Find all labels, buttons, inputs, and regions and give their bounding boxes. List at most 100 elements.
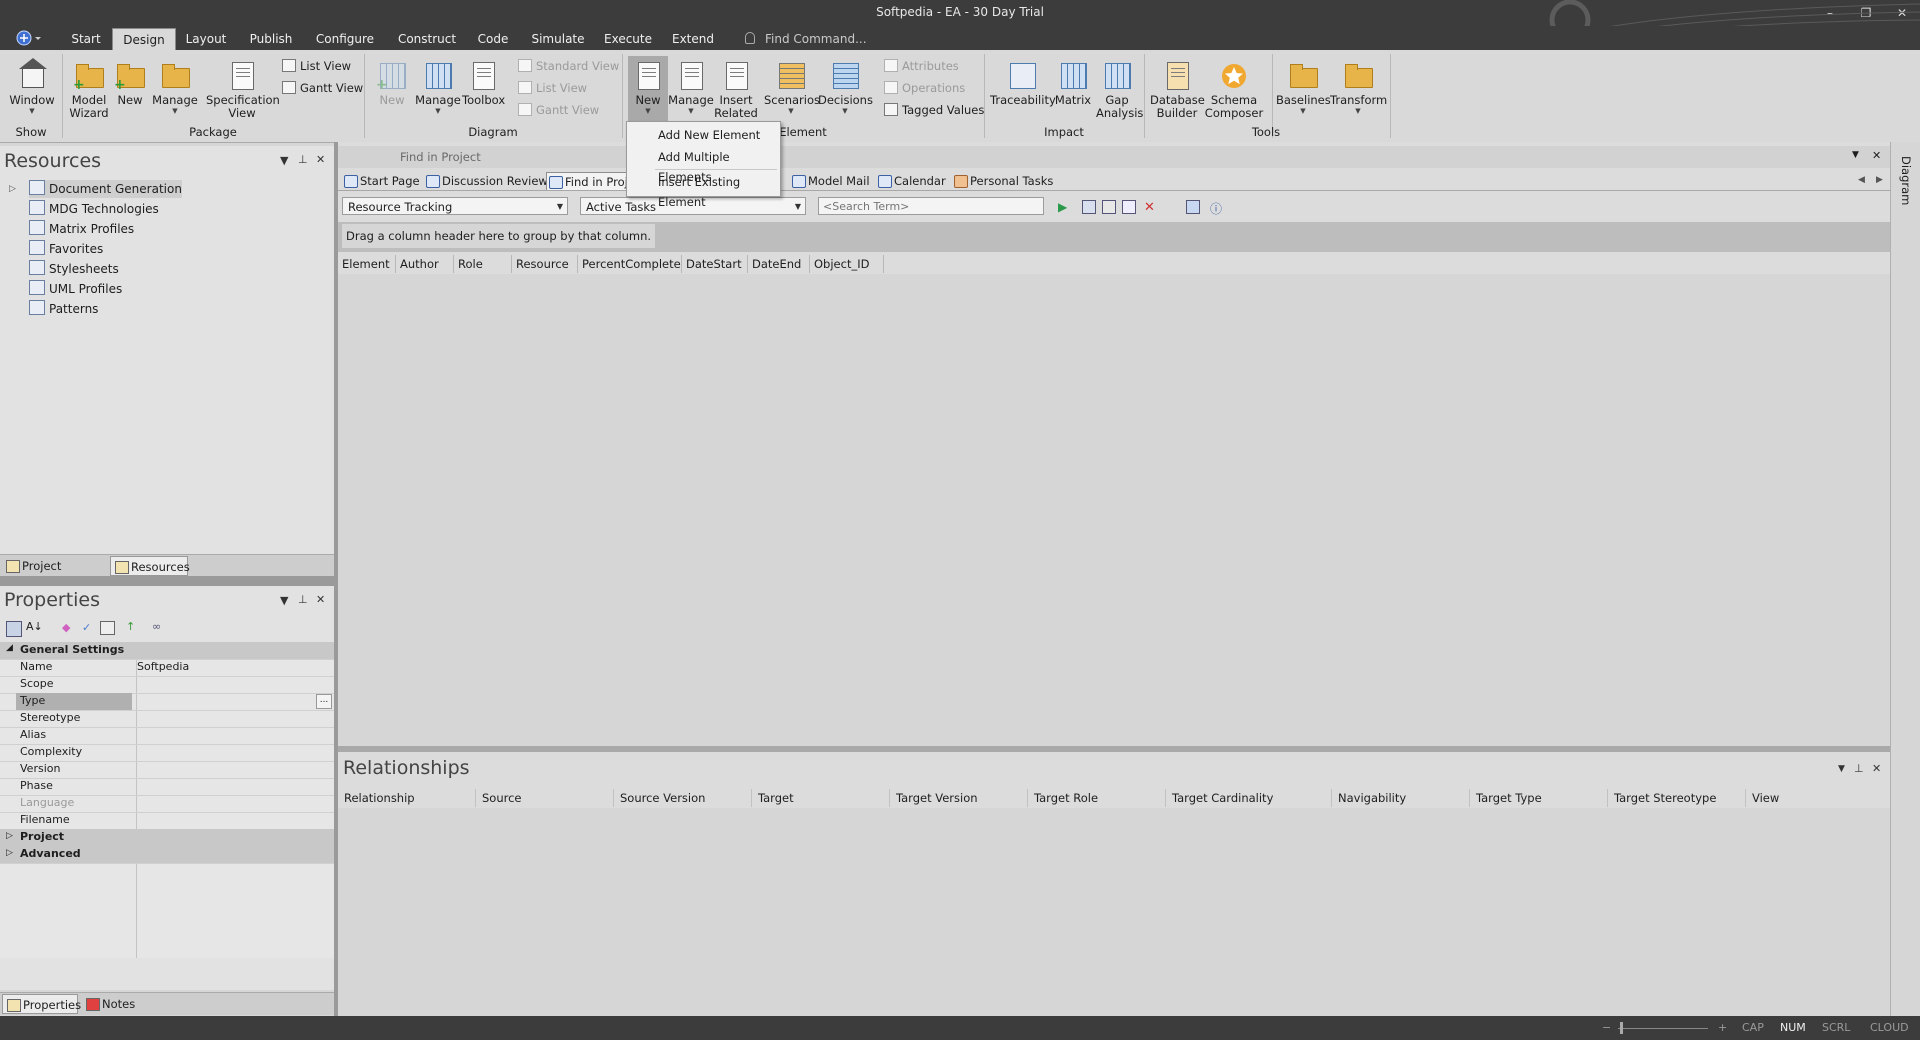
package-manage-button[interactable]: Manage ▼ (150, 60, 200, 115)
property-row-complexity[interactable]: Complexity (0, 744, 334, 762)
menu-tab-execute[interactable]: Execute (600, 28, 656, 50)
tab-model-mail[interactable]: Model Mail (790, 172, 870, 190)
insert-related-button[interactable]: Insert Related (714, 60, 758, 120)
toolbox-button[interactable]: Toolbox (462, 60, 505, 107)
window-button[interactable]: Window ▼ (6, 58, 58, 115)
check-icon[interactable]: ✓ (82, 621, 91, 634)
column-header-view[interactable]: View (1746, 789, 1890, 807)
property-row-type[interactable]: Type... (0, 693, 334, 711)
transform-button[interactable]: Transform ▼ (1330, 60, 1387, 115)
operations-button[interactable]: Operations (884, 80, 965, 96)
menu-item-insert-existing-element[interactable]: Insert Existing Element (627, 172, 780, 209)
resource-item-patterns[interactable]: Patterns (29, 300, 98, 318)
zoom-slider-thumb[interactable] (1620, 1022, 1623, 1034)
close-icon[interactable]: ✕ (1872, 149, 1881, 162)
side-tab-diagram[interactable]: Diagram (1899, 156, 1913, 205)
property-row-scope[interactable]: Scope (0, 676, 334, 694)
property-row-name[interactable]: Name Softpedia (0, 659, 334, 677)
column-header-object-id[interactable]: Object_ID (810, 255, 884, 273)
tab-calendar[interactable]: Calendar (876, 172, 946, 190)
show-icon[interactable]: ◆ (62, 621, 70, 634)
category-general-settings[interactable]: ◢ General Settings (0, 642, 334, 660)
copy-icon[interactable] (1102, 200, 1116, 214)
gap-analysis-button[interactable]: Gap Analysis (1096, 60, 1143, 120)
tab-personal-tasks[interactable]: Personal Tasks (952, 172, 1053, 190)
model-wizard-button[interactable]: + Model Wizard (66, 60, 112, 120)
property-row-language[interactable]: Language (0, 795, 334, 813)
menu-tab-simulate[interactable]: Simulate (528, 28, 588, 50)
menu-tab-publish[interactable]: Publish (244, 28, 298, 50)
gantt-view-button[interactable]: Gantt View (282, 80, 363, 96)
column-header-target-role[interactable]: Target Role (1028, 789, 1166, 807)
standard-view-button[interactable]: Standard View (518, 58, 619, 74)
menu-tab-construct[interactable]: Construct (394, 28, 460, 50)
element-manage-button[interactable]: Manage ▼ (668, 60, 714, 115)
category-project[interactable]: ▷ Project (0, 829, 334, 847)
menu-tab-layout[interactable]: Layout (180, 28, 232, 50)
column-header-target-version[interactable]: Target Version (890, 789, 1028, 807)
delete-icon[interactable]: ✕ (1144, 200, 1158, 215)
database-builder-button[interactable]: Database Builder (1150, 60, 1205, 120)
zoom-in-button[interactable]: + (1718, 1021, 1727, 1034)
element-new-button[interactable]: New ▼ (628, 56, 668, 122)
pin-icon[interactable]: ⊥ (298, 593, 308, 606)
column-header-datestart[interactable]: DateStart (682, 255, 748, 273)
resource-item-favorites[interactable]: Favorites (29, 240, 103, 258)
results-grid[interactable] (338, 274, 1890, 746)
search-category-select[interactable]: Resource Tracking ▼ (342, 197, 568, 215)
menu-tab-code[interactable]: Code (472, 28, 514, 50)
menu-tab-start[interactable]: Start (64, 28, 108, 50)
resource-item-stylesheets[interactable]: Stylesheets (29, 260, 119, 278)
panel-menu-icon[interactable]: ▼ (280, 594, 288, 607)
column-header-target-stereotype[interactable]: Target Stereotype (1608, 789, 1746, 807)
zoom-out-button[interactable]: − (1602, 1021, 1611, 1034)
view-menu-icon[interactable]: ▼ (1852, 150, 1859, 160)
panel-menu-icon[interactable]: ▼ (280, 154, 288, 167)
resource-item-uml-profiles[interactable]: UML Profiles (29, 280, 122, 298)
column-header-author[interactable]: Author (396, 255, 454, 273)
find-command-box[interactable]: Find Command... (745, 28, 867, 50)
scenarios-button[interactable]: Scenarios ▼ (764, 60, 820, 115)
menu-tab-design[interactable]: Design (112, 28, 176, 51)
package-new-button[interactable]: + New (114, 60, 146, 107)
property-row-stereotype[interactable]: Stereotype (0, 710, 334, 728)
schema-composer-button[interactable]: Schema Composer (1204, 60, 1264, 120)
menu-tab-configure[interactable]: Configure (312, 28, 378, 50)
sort-az-icon[interactable]: A↓ (26, 620, 43, 633)
diagram-new-button[interactable]: + New (374, 60, 410, 107)
menu-item-add-new-element[interactable]: Add New Element (627, 125, 780, 145)
panel-menu-icon[interactable]: ▼ (1838, 764, 1845, 774)
resource-item-mdg-technologies[interactable]: MDG Technologies (29, 200, 159, 218)
property-row-version[interactable]: Version (0, 761, 334, 779)
edit-search-icon[interactable] (1122, 200, 1136, 214)
search-builder-icon[interactable] (1082, 200, 1096, 214)
column-header-source-version[interactable]: Source Version (614, 789, 752, 807)
specification-view-button[interactable]: Specification View (206, 60, 280, 120)
tab-resources[interactable]: Resources (110, 556, 190, 576)
zoom-slider[interactable] (1618, 1028, 1708, 1029)
close-icon[interactable]: ✕ (316, 153, 325, 166)
menu-item-add-multiple-elements[interactable]: Add Multiple Elements (627, 147, 780, 184)
list-view-button[interactable]: List View (282, 58, 351, 74)
help-icon[interactable]: ⓘ (1210, 200, 1224, 216)
tab-project-browser[interactable]: Project Browser (2, 556, 108, 593)
column-header-element[interactable]: Element (338, 255, 396, 273)
tab-scroll-left-icon[interactable]: ◀ (1858, 175, 1865, 185)
pin-icon[interactable]: ⊥ (298, 153, 308, 166)
resource-item-matrix-profiles[interactable]: Matrix Profiles (29, 220, 134, 238)
decisions-button[interactable]: Decisions ▼ (818, 60, 873, 115)
menu-tab-extend[interactable]: Extend (668, 28, 718, 50)
column-header-source[interactable]: Source (476, 789, 614, 807)
column-header-dateend[interactable]: DateEnd (748, 255, 810, 273)
ellipsis-button[interactable]: ... (316, 694, 332, 709)
up-arrow-icon[interactable]: ↑ (126, 620, 135, 633)
close-icon[interactable]: ✕ (1872, 762, 1881, 775)
glasses-icon[interactable]: ∞ (152, 620, 161, 633)
column-header-target-cardinality[interactable]: Target Cardinality (1166, 789, 1332, 807)
column-header-percentcomplete[interactable]: PercentComplete (578, 255, 682, 273)
tab-scroll-right-icon[interactable]: ▶ (1876, 175, 1883, 185)
column-header-target[interactable]: Target (752, 789, 890, 807)
categorized-icon[interactable] (6, 621, 22, 637)
baselines-button[interactable]: Baselines ▼ (1276, 60, 1331, 115)
tab-properties[interactable]: Properties (2, 994, 81, 1014)
